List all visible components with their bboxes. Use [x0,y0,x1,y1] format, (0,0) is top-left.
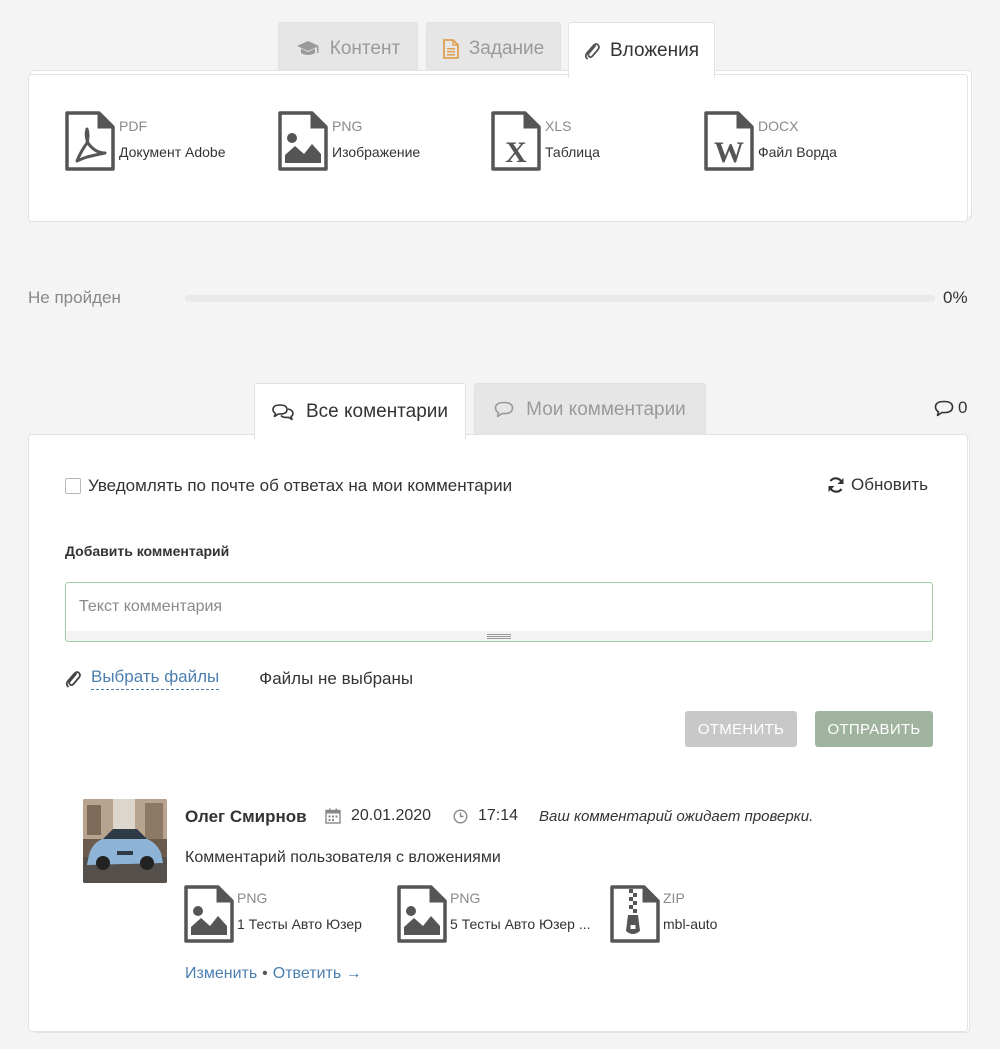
refresh-icon [828,477,844,493]
attachment-name: Документ Adobe [119,144,226,160]
tab-assignment[interactable]: Задание [426,22,561,74]
calendar-icon [325,808,341,824]
comment-attachment[interactable]: PNG 1 Тесты Авто Юзер [184,885,362,943]
comment-time: 17:14 [453,807,518,825]
attachment-pdf[interactable]: PDF Документ Adobe [65,111,225,171]
tab-my-comments[interactable]: Мои комментарии [474,383,706,435]
edit-comment-link[interactable]: Изменить [185,965,257,983]
reply-comment-link[interactable]: Ответить → [273,965,362,983]
attachment-name: Таблица [545,144,600,160]
attachment-ext: DOCX [758,118,799,134]
tab-all-comments-label: Все коментарии [305,400,449,422]
progress-bar [185,295,935,302]
comment-attachment[interactable]: PNG 5 Тесты Авто Юзер ... [397,885,591,943]
attachment-name: Изображение [332,144,421,160]
clock-icon [453,808,468,824]
excel-file-icon: X [491,111,541,171]
comment-text: Комментарий пользователя с вложениями [185,849,501,866]
tab-attachments[interactable]: Вложения [568,22,715,78]
notify-label: Уведомлять по почте об ответах на мои ко… [88,476,513,495]
refresh-label: Обновить [851,475,928,494]
file-picker-row: Выбрать файлы Файлы не выбраны [65,667,413,690]
comment-actions: Изменить • Ответить → [185,965,362,983]
attachment-png[interactable]: PNG Изображение [278,111,420,171]
attachment-name: 1 Тесты Авто Юзер [237,916,362,932]
word-file-icon: W [704,111,754,171]
document-icon [442,38,459,59]
comment-author: Олег Смирнов [185,807,307,826]
attachment-name: Файл Ворда [758,144,837,160]
tab-assignment-label: Задание [468,37,545,59]
tab-all-comments[interactable]: Все коментарии [254,383,466,439]
attachment-ext: PNG [332,118,363,134]
comment-date-value: 20.01.2020 [351,807,432,824]
attachment-name: 5 Тесты Авто Юзер ... [450,916,591,932]
comment-time-value: 17:14 [478,807,519,824]
paperclip-icon [65,670,81,687]
attachment-name: mbl-auto [663,916,718,932]
tab-my-comments-label: Мои комментарии [526,398,686,420]
avatar [83,799,167,883]
comment-icon [494,401,514,418]
comment-count: 0 [934,398,967,418]
graduation-cap-icon [296,40,319,55]
comments-panel: Уведомлять по почте об ответах на мои ко… [28,434,968,1032]
notify-checkbox-row[interactable]: Уведомлять по почте об ответах на мои ко… [65,476,512,496]
comment-count-value: 0 [958,398,968,417]
tab-attachments-label: Вложения [610,39,699,61]
comment-icon [934,400,954,416]
resize-grip[interactable] [487,634,511,639]
no-files-label: Файлы не выбраны [259,668,414,688]
pdf-file-icon [65,111,115,171]
attachment-ext: PDF [119,118,147,134]
image-file-icon [278,111,328,171]
attachment-ext: ZIP [663,890,685,906]
progress-status-label: Не пройден [28,288,121,307]
svg-text:X: X [505,136,527,169]
add-comment-title: Добавить комментарий [65,543,230,559]
image-file-icon [397,885,447,943]
actions-separator: • [262,965,268,982]
image-file-icon [184,885,234,943]
tab-content-label: Контент [329,37,401,59]
svg-text:W: W [714,136,744,169]
tab-content[interactable]: Контент [278,22,418,74]
comment-date: 20.01.2020 [325,807,431,825]
attachments-panel-stack: PDF Документ Adobe PNG Изображение X XLS… [28,70,972,225]
comments-icon [272,403,294,420]
attachment-ext: XLS [545,118,572,134]
attachment-ext: PNG [450,890,481,906]
comment-moderation-status: Ваш комментарий ожидает проверки. [539,808,814,825]
cancel-button[interactable]: ОТМЕНИТЬ [685,711,797,747]
attachments-panel: PDF Документ Adobe PNG Изображение X XLS… [28,74,968,222]
attachment-docx[interactable]: W DOCX Файл Ворда [704,111,837,171]
zip-file-icon [610,885,660,943]
choose-files-link[interactable]: Выбрать файлы [91,667,220,690]
send-button[interactable]: ОТПРАВИТЬ [815,711,933,747]
car-photo [83,799,167,883]
attachment-xls[interactable]: X XLS Таблица [491,111,600,171]
attachment-ext: PNG [237,890,268,906]
comment-attachment[interactable]: ZIP mbl-auto [610,885,717,943]
progress-value: 0% [943,288,968,307]
paperclip-icon [584,42,600,59]
refresh-button[interactable]: Обновить [827,475,928,495]
notify-checkbox[interactable] [65,478,81,494]
